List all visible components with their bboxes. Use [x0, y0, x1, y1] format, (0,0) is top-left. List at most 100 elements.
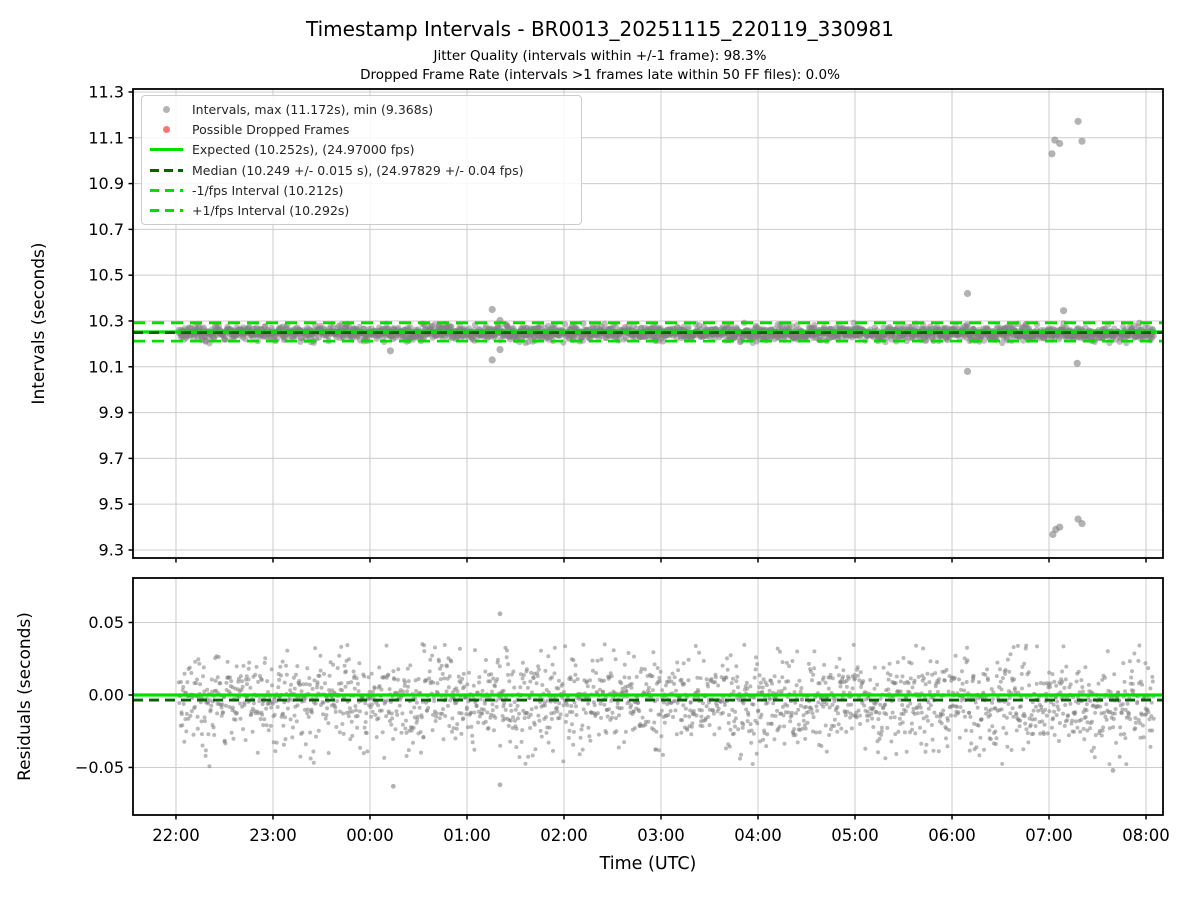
scatter-point [297, 679, 302, 683]
scatter-point [566, 735, 571, 740]
scatter-point [268, 723, 273, 728]
scatter-point [963, 714, 967, 719]
scatter-point [858, 670, 863, 675]
scatter-point [1122, 679, 1127, 684]
ytick-label: 11.3 [88, 82, 124, 101]
scatter-point [200, 743, 205, 748]
scatter-point [892, 715, 897, 720]
scatter-point [778, 649, 782, 654]
scatter-point [1084, 708, 1089, 713]
scatter-point [1019, 672, 1024, 676]
scatter-point [504, 655, 509, 660]
scatter-point [962, 688, 967, 693]
scatter-point [794, 711, 798, 716]
scatter-point [418, 730, 423, 734]
scatter-point [188, 713, 193, 718]
scatter-point [841, 674, 845, 679]
scatter-point [602, 702, 607, 707]
scatter-point [354, 708, 359, 713]
scatter-point [898, 689, 903, 694]
scatter-point [651, 650, 656, 655]
scatter-point [936, 680, 941, 685]
scatter-point [1079, 678, 1084, 683]
scatter-point [824, 749, 829, 754]
scatter-point [980, 337, 988, 344]
scatter-point [470, 733, 475, 738]
scatter-point [447, 724, 452, 728]
scatter-point [875, 682, 880, 687]
scatter-point [412, 705, 417, 710]
scatter-point [601, 689, 605, 694]
scatter-point [469, 724, 474, 729]
scatter-point [304, 682, 309, 687]
scatter-point [900, 674, 905, 679]
scatter-point [731, 689, 736, 694]
scatter-point [862, 703, 867, 708]
legend-marker-line-dash-lime [148, 188, 184, 193]
scatter-point [295, 703, 300, 708]
scatter-point [916, 674, 921, 679]
scatter-point [377, 665, 382, 670]
scatter-point [408, 663, 413, 668]
scatter-point [389, 711, 394, 716]
scatter-point [674, 732, 679, 737]
ytick-label: 9.3 [99, 540, 124, 559]
scatter-point [632, 654, 636, 659]
scatter-point [688, 700, 693, 705]
scatter-point [341, 711, 346, 716]
scatter-point [1072, 729, 1077, 734]
scatter-point [913, 731, 918, 736]
scatter-point [812, 666, 817, 671]
scatter-point [350, 709, 355, 714]
scatter-point [514, 745, 519, 750]
scatter-point [772, 737, 777, 742]
scatter-point [439, 663, 444, 668]
scatter-point [1135, 699, 1140, 704]
scatter-point [927, 689, 932, 694]
scatter-point [810, 678, 814, 683]
scatter-point [317, 673, 322, 678]
ytick-label: 9.5 [99, 495, 124, 514]
scatter-point [527, 696, 532, 700]
scatter-point [861, 679, 866, 684]
scatter-point [502, 701, 507, 706]
scatter-point [686, 678, 691, 683]
scatter-point [280, 659, 285, 664]
scatter-point [780, 660, 785, 665]
scatter-point [311, 749, 316, 754]
scatter-point [549, 717, 554, 721]
scatter-point [1031, 731, 1036, 736]
scatter-point [448, 698, 453, 703]
scatter-point [789, 710, 794, 715]
scatter-point [421, 735, 426, 739]
scatter-point [879, 725, 884, 730]
scatter-point [270, 701, 275, 706]
ytick-label: 11.1 [88, 128, 124, 147]
scatter-point [706, 714, 711, 719]
scatter-point [858, 713, 862, 718]
scatter-point [883, 756, 888, 761]
scatter-point [215, 675, 220, 680]
scatter-point [535, 674, 540, 679]
scatter-point [376, 716, 381, 721]
xtick-label: 01:00 [443, 826, 491, 845]
scatter-point [977, 680, 981, 685]
scatter-point [544, 715, 548, 719]
scatter-point [476, 720, 481, 725]
scatter-point [1124, 762, 1129, 767]
scatter-point [435, 681, 440, 686]
scatter-point [602, 678, 606, 683]
scatter-point [434, 711, 439, 716]
scatter-point [266, 728, 271, 733]
scatter-point [321, 712, 325, 717]
scatter-point [324, 713, 329, 718]
scatter-point [564, 713, 569, 718]
scatter-point [675, 660, 680, 665]
scatter-point [667, 675, 672, 680]
scatter-point [365, 749, 370, 754]
scatter-point [486, 726, 491, 730]
scatter-point [871, 725, 876, 729]
scatter-point [182, 671, 187, 676]
scatter-point [299, 689, 304, 694]
scatter-point [685, 727, 690, 732]
